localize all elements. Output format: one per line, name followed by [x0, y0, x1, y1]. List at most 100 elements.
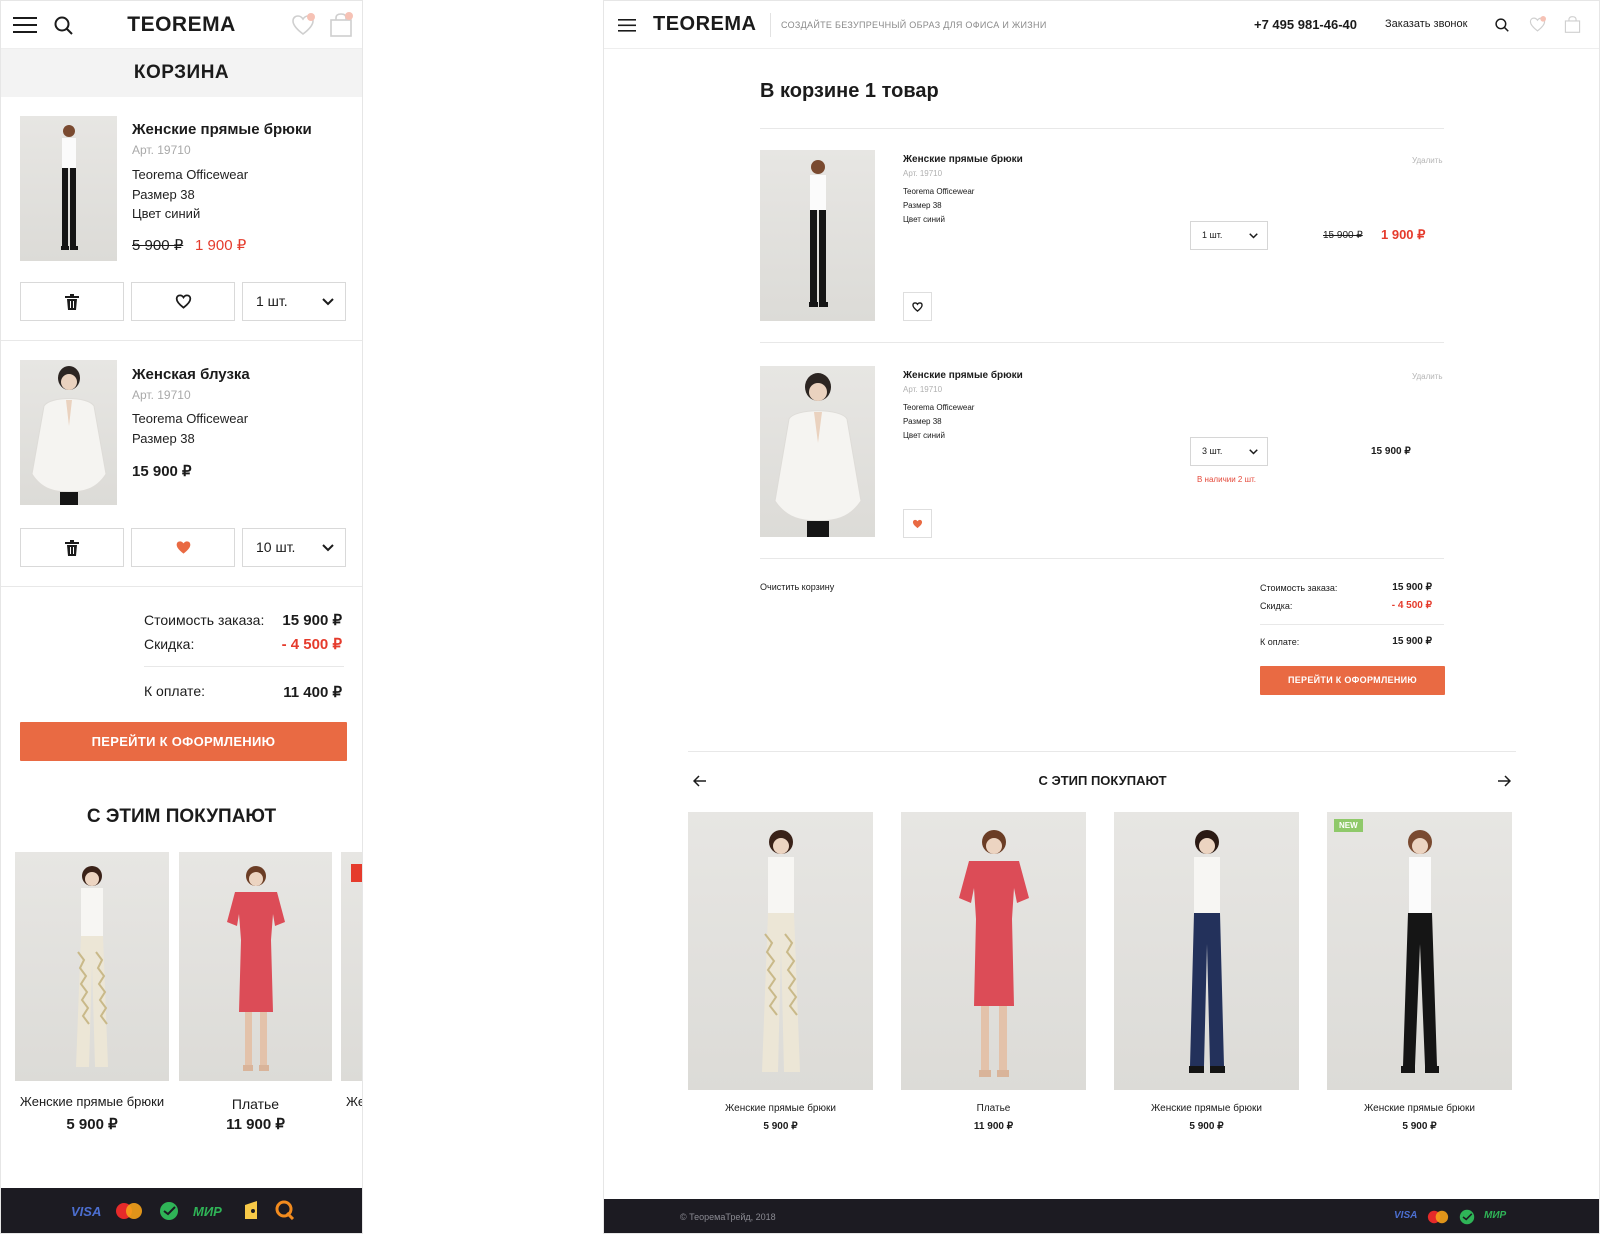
divider [770, 13, 771, 37]
item-size: Размер 38 [903, 417, 942, 426]
reco-name[interactable]: Женские прямые брюки [688, 1103, 873, 1114]
sberbank-icon [160, 1202, 178, 1220]
delete-button[interactable] [20, 282, 124, 321]
visa-icon: VISA [1394, 1210, 1418, 1221]
reco-name[interactable]: Платье [179, 1096, 332, 1112]
favorites-icon[interactable] [291, 13, 315, 37]
reco-price: 11 900 ₽ [973, 1121, 1014, 1132]
mir-icon: МИР [193, 1204, 222, 1219]
reco-image[interactable] [179, 852, 332, 1081]
quantity-value: 3 шт. [1202, 446, 1223, 456]
total-value: 11 400 ₽ [283, 684, 342, 701]
menu-icon[interactable] [618, 18, 636, 32]
divider [1, 586, 362, 587]
trash-icon [65, 293, 79, 310]
favorite-button[interactable] [903, 292, 932, 321]
discount-value: - 4 500 ₽ [1391, 600, 1432, 611]
product-image[interactable] [760, 366, 875, 537]
clear-cart-link[interactable]: Очистить корзину [760, 582, 834, 592]
recommendations-title: С ЭТИМ ПОКУПАЮТ [86, 806, 277, 827]
cart-icon[interactable] [1563, 14, 1581, 34]
search-icon[interactable] [1494, 17, 1509, 32]
cart-icon[interactable] [329, 12, 353, 38]
item-art: Арт. 19710 [903, 169, 943, 178]
reco-image[interactable] [688, 812, 873, 1090]
item-size: Размер 38 [903, 201, 942, 210]
product-image[interactable] [20, 116, 117, 261]
yandex-money-icon [245, 1201, 257, 1219]
favorite-button[interactable] [131, 282, 235, 321]
footer: © ТеоремаТрейд, 2018 VISA МИР [604, 1199, 1599, 1233]
phone[interactable]: +7 495 981-46-40 [1254, 17, 1357, 32]
divider [1, 340, 362, 341]
quantity-select[interactable]: 1 шт. [1190, 221, 1268, 250]
product-image[interactable] [20, 360, 117, 505]
mir-icon: МИР [1484, 1210, 1507, 1221]
reco-image[interactable] [1114, 812, 1299, 1090]
remove-link[interactable]: Удалить [1412, 372, 1443, 381]
stock-note: В наличии 2 шт. [1197, 475, 1256, 484]
reco-name[interactable]: Женские прямые брюки [15, 1094, 169, 1109]
item-price: 15 900 ₽ [132, 463, 192, 480]
reco-price: 5 900 ₽ [763, 1121, 798, 1132]
item-name[interactable]: Женские прямые брюки [132, 121, 312, 138]
cart-title: КОРЗИНА [1, 49, 362, 97]
reco-name[interactable]: Женские прямые брюки [1114, 1103, 1299, 1114]
delete-button[interactable] [20, 528, 124, 567]
qiwi-icon [275, 1200, 295, 1220]
checkout-button[interactable]: ПЕРЕЙТИ К ОФОРМЛЕНИЮ [20, 722, 347, 761]
item-brand: Teorema Officewear [132, 411, 249, 426]
reco-price: 11 900 ₽ [226, 1116, 285, 1133]
reco-image[interactable]: NEW [1327, 812, 1512, 1090]
heart-filled-icon [176, 541, 190, 554]
item-name[interactable]: Женская блузка [132, 366, 250, 383]
quantity-select[interactable]: 10 шт. [242, 528, 346, 567]
product-image[interactable] [760, 150, 875, 321]
total-value: 15 900 ₽ [1392, 636, 1432, 647]
reco-image[interactable] [341, 852, 362, 1081]
total-label: К оплате: [1260, 637, 1300, 647]
favorite-button[interactable] [903, 509, 932, 538]
new-badge: NEW [1334, 819, 1363, 832]
item-size: Размер 38 [132, 187, 195, 202]
divider [760, 128, 1444, 129]
cost-label: Стоимость заказа: [144, 612, 265, 628]
reco-name[interactable]: Женские прямые брюки [1327, 1103, 1512, 1114]
total-label: К оплате: [144, 683, 205, 699]
discount-label: Скидка: [1260, 601, 1293, 611]
reco-price: 5 900 ₽ [1402, 1121, 1437, 1132]
item-old-price: 5 900 ₽ [132, 237, 184, 254]
reco-image[interactable] [901, 812, 1086, 1090]
footer: VISA МИР [1, 1188, 362, 1233]
checkout-button[interactable]: ПЕРЕЙТИ К ОФОРМЛЕНИЮ [1260, 666, 1445, 695]
item-brand: Teorema Officewear [903, 187, 975, 196]
item-name[interactable]: Женские прямые брюки [903, 154, 1023, 165]
callback-link[interactable]: Заказать звонок [1385, 18, 1467, 30]
visa-icon: VISA [71, 1204, 102, 1219]
arrow-right-icon[interactable] [1496, 774, 1512, 788]
reco-image[interactable] [15, 852, 169, 1081]
favorites-icon[interactable] [1528, 15, 1546, 33]
quantity-select[interactable]: 3 шт. [1190, 437, 1268, 466]
item-size: Размер 38 [132, 431, 195, 446]
cost-value: 15 900 ₽ [1392, 582, 1432, 593]
chevron-down-icon [1249, 233, 1258, 239]
desktop-header: TEOREMA СОЗДАЙТЕ БЕЗУПРЕЧНЫЙ ОБРАЗ ДЛЯ О… [604, 1, 1599, 49]
item-price: 1 900 ₽ [1381, 227, 1426, 242]
cost-label: Стоимость заказа: [1260, 583, 1338, 593]
sberbank-icon [1459, 1209, 1475, 1225]
recommendations-title: С ЭТИП ПОКУПАЮТ [1038, 773, 1167, 788]
logo[interactable]: TEOREMA [653, 13, 757, 36]
item-price: 15 900 ₽ [1371, 446, 1411, 457]
reco-name[interactable]: Же [346, 1094, 362, 1109]
remove-link[interactable]: Удалить [1412, 156, 1443, 165]
divider [1260, 624, 1444, 625]
copyright: © ТеоремаТрейд, 2018 [680, 1212, 776, 1222]
quantity-select[interactable]: 1 шт. [242, 282, 346, 321]
divider [144, 666, 344, 667]
mobile-frame: TEOREMA КОРЗИНА Женские прямые брюки Арт… [0, 0, 363, 1234]
item-name[interactable]: Женские прямые брюки [903, 370, 1023, 381]
divider [760, 342, 1444, 343]
reco-name[interactable]: Платье [901, 1103, 1086, 1114]
favorite-button[interactable] [131, 528, 235, 567]
